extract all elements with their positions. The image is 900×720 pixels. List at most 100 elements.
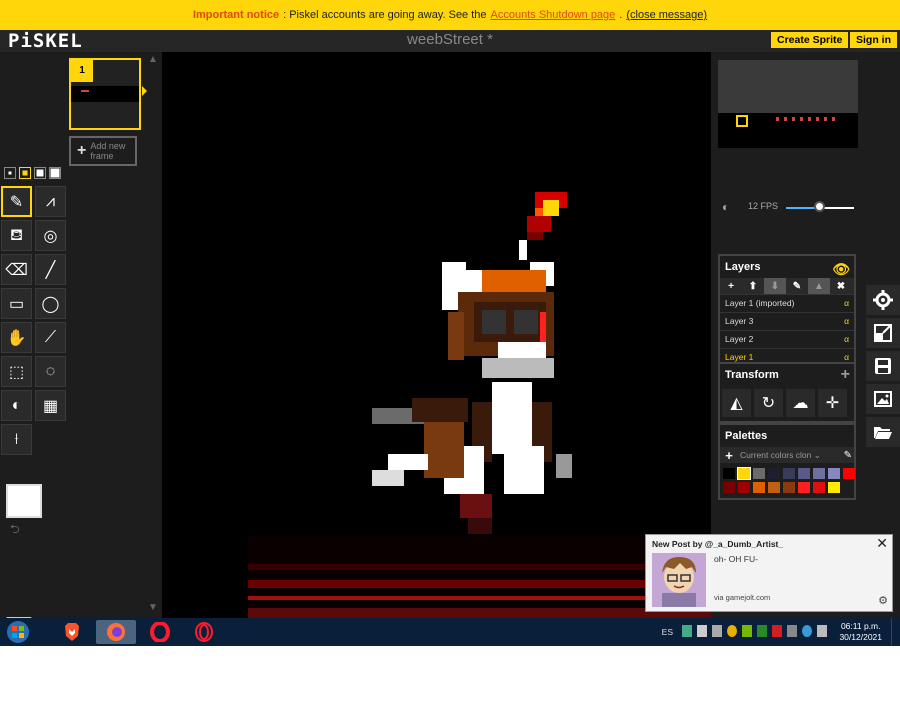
drawing-canvas[interactable]: [162, 52, 711, 618]
resize-icon[interactable]: [866, 318, 900, 348]
save-icon[interactable]: [866, 351, 900, 381]
preview-toggle-icon[interactable]: ◐: [722, 200, 729, 214]
taskbar-opera-icon[interactable]: [140, 620, 180, 644]
palette-swatch[interactable]: [783, 482, 795, 493]
paint-bucket-tool[interactable]: ⛾: [1, 220, 32, 251]
move-tool[interactable]: ✋: [1, 322, 32, 353]
volume-icon[interactable]: [697, 625, 707, 637]
palette-swatch[interactable]: [723, 468, 735, 479]
add-frame-label: Add new frame: [90, 141, 126, 161]
tray-app-4-icon[interactable]: [787, 625, 797, 637]
move-layer-up-icon[interactable]: ⬆: [742, 278, 764, 294]
palette-swatch[interactable]: [798, 482, 810, 493]
pen-size-1[interactable]: [4, 167, 16, 179]
palette-swatch[interactable]: [768, 482, 780, 493]
layer-row[interactable]: Layer 2 α: [720, 330, 854, 348]
open-folder-icon[interactable]: [866, 417, 900, 447]
layer-row[interactable]: Layer 3 α: [720, 312, 854, 330]
palette-select[interactable]: Current colors clon ⌄: [740, 450, 840, 461]
palette-swatch[interactable]: [843, 468, 855, 479]
add-palette-icon[interactable]: +: [722, 448, 736, 463]
notification-close-icon[interactable]: ✕: [876, 535, 888, 552]
layer-opacity-icon[interactable]: α: [844, 295, 849, 312]
layer-opacity-icon[interactable]: α: [844, 331, 849, 348]
accounts-shutdown-link[interactable]: Accounts Shutdown page: [491, 9, 616, 21]
taskbar-brave-icon[interactable]: [52, 620, 92, 644]
tray-app-3-icon[interactable]: [772, 625, 782, 637]
layer-opacity-icon[interactable]: α: [844, 313, 849, 330]
clone-sheep-icon[interactable]: ☁: [786, 389, 815, 417]
rotate-icon[interactable]: ↻: [754, 389, 783, 417]
layer-row[interactable]: Layer 1 (imported) α: [720, 294, 854, 312]
vertical-mirror-pen-tool[interactable]: ⩘: [35, 186, 66, 217]
frames-scroll-down-icon[interactable]: ▼: [148, 602, 158, 613]
center-icon[interactable]: ✛: [818, 389, 847, 417]
primary-color[interactable]: [6, 484, 42, 518]
language-indicator[interactable]: ES: [662, 627, 673, 637]
settings-gear-icon[interactable]: [866, 285, 900, 315]
palette-swatch[interactable]: [753, 482, 765, 493]
tray-app-1-icon[interactable]: [727, 625, 737, 637]
tray-app-2-icon[interactable]: [757, 625, 767, 637]
rectangle-tool[interactable]: ▭: [1, 288, 32, 319]
swap-colors-icon[interactable]: ⮌: [10, 520, 20, 541]
create-sprite-button[interactable]: Create Sprite: [771, 32, 849, 48]
circle-tool[interactable]: ◯: [35, 288, 66, 319]
pen-size-3[interactable]: [34, 167, 46, 179]
fps-slider-knob[interactable]: [814, 201, 825, 212]
delete-layer-icon[interactable]: ✖: [830, 278, 852, 294]
lasso-selection-tool[interactable]: ◌: [35, 356, 66, 387]
color-picker-tool[interactable]: ⟊: [1, 424, 32, 455]
nvidia-icon[interactable]: [742, 625, 752, 637]
shape-selection-tool[interactable]: ⟋: [35, 322, 66, 353]
palette-swatch[interactable]: [828, 468, 840, 479]
network-icon[interactable]: [682, 625, 692, 637]
clock[interactable]: 06:11 p.m. 30/12/2021: [839, 621, 882, 643]
sign-in-button[interactable]: Sign in: [850, 32, 897, 48]
close-message-link[interactable]: (close message): [626, 9, 707, 21]
palette-swatch[interactable]: [813, 482, 825, 493]
paint-same-color-tool[interactable]: ◎: [35, 220, 66, 251]
rectangle-selection-tool[interactable]: ⬚: [1, 356, 32, 387]
export-image-icon[interactable]: [866, 384, 900, 414]
palette-swatch[interactable]: [798, 468, 810, 479]
animation-preview[interactable]: [718, 60, 858, 148]
palette-swatch[interactable]: [783, 468, 795, 479]
move-layer-down-icon[interactable]: ⬇: [764, 278, 786, 294]
palette-swatch[interactable]: [753, 468, 765, 479]
notification-settings-icon[interactable]: ⚙: [878, 594, 888, 607]
pen-tool[interactable]: ✎: [1, 186, 32, 217]
palette-swatch[interactable]: [723, 482, 735, 493]
tray-app-5-icon[interactable]: [802, 625, 812, 637]
start-button[interactable]: [0, 620, 36, 644]
transform-expand-icon[interactable]: +: [841, 364, 850, 386]
gamejolt-notification[interactable]: New Post by @_a_Dumb_Artist_ ✕ oh- OH FU…: [645, 534, 893, 612]
add-frame-button[interactable]: + Add new frame: [69, 136, 137, 166]
signal-icon[interactable]: [712, 625, 722, 637]
rename-layer-icon[interactable]: ✎: [786, 278, 808, 294]
flip-icon[interactable]: ◭: [722, 389, 751, 417]
show-desktop-button[interactable]: [891, 618, 900, 646]
palette-swatch[interactable]: [738, 482, 750, 493]
taskbar-opera-gx-icon[interactable]: [184, 620, 224, 644]
dithering-tool[interactable]: ▦: [35, 390, 66, 421]
pen-size-4[interactable]: [49, 167, 61, 179]
edit-palette-icon[interactable]: ✎: [844, 450, 852, 461]
taskbar-firefox-icon[interactable]: [96, 620, 136, 644]
frames-scroll-up-icon[interactable]: ▲: [148, 54, 158, 65]
palette-swatch[interactable]: [813, 468, 825, 479]
sprite-title[interactable]: weebStreet *: [0, 30, 900, 50]
tray-app-6-icon[interactable]: [817, 625, 827, 637]
palette-swatch[interactable]: [737, 467, 751, 480]
eraser-tool[interactable]: ⌫: [1, 254, 32, 285]
stroke-tool[interactable]: ╱: [35, 254, 66, 285]
tray-icons: [682, 625, 827, 639]
palette-swatch[interactable]: [828, 482, 840, 493]
pen-size-2[interactable]: [19, 167, 31, 179]
palette-swatch[interactable]: [768, 468, 780, 479]
frame-tile[interactable]: 1: [69, 58, 147, 130]
add-layer-icon[interactable]: +: [720, 278, 742, 294]
eye-icon[interactable]: 👁: [832, 258, 850, 280]
lighten-tool[interactable]: ◐: [1, 390, 32, 421]
merge-layer-icon[interactable]: ▲: [808, 278, 830, 294]
